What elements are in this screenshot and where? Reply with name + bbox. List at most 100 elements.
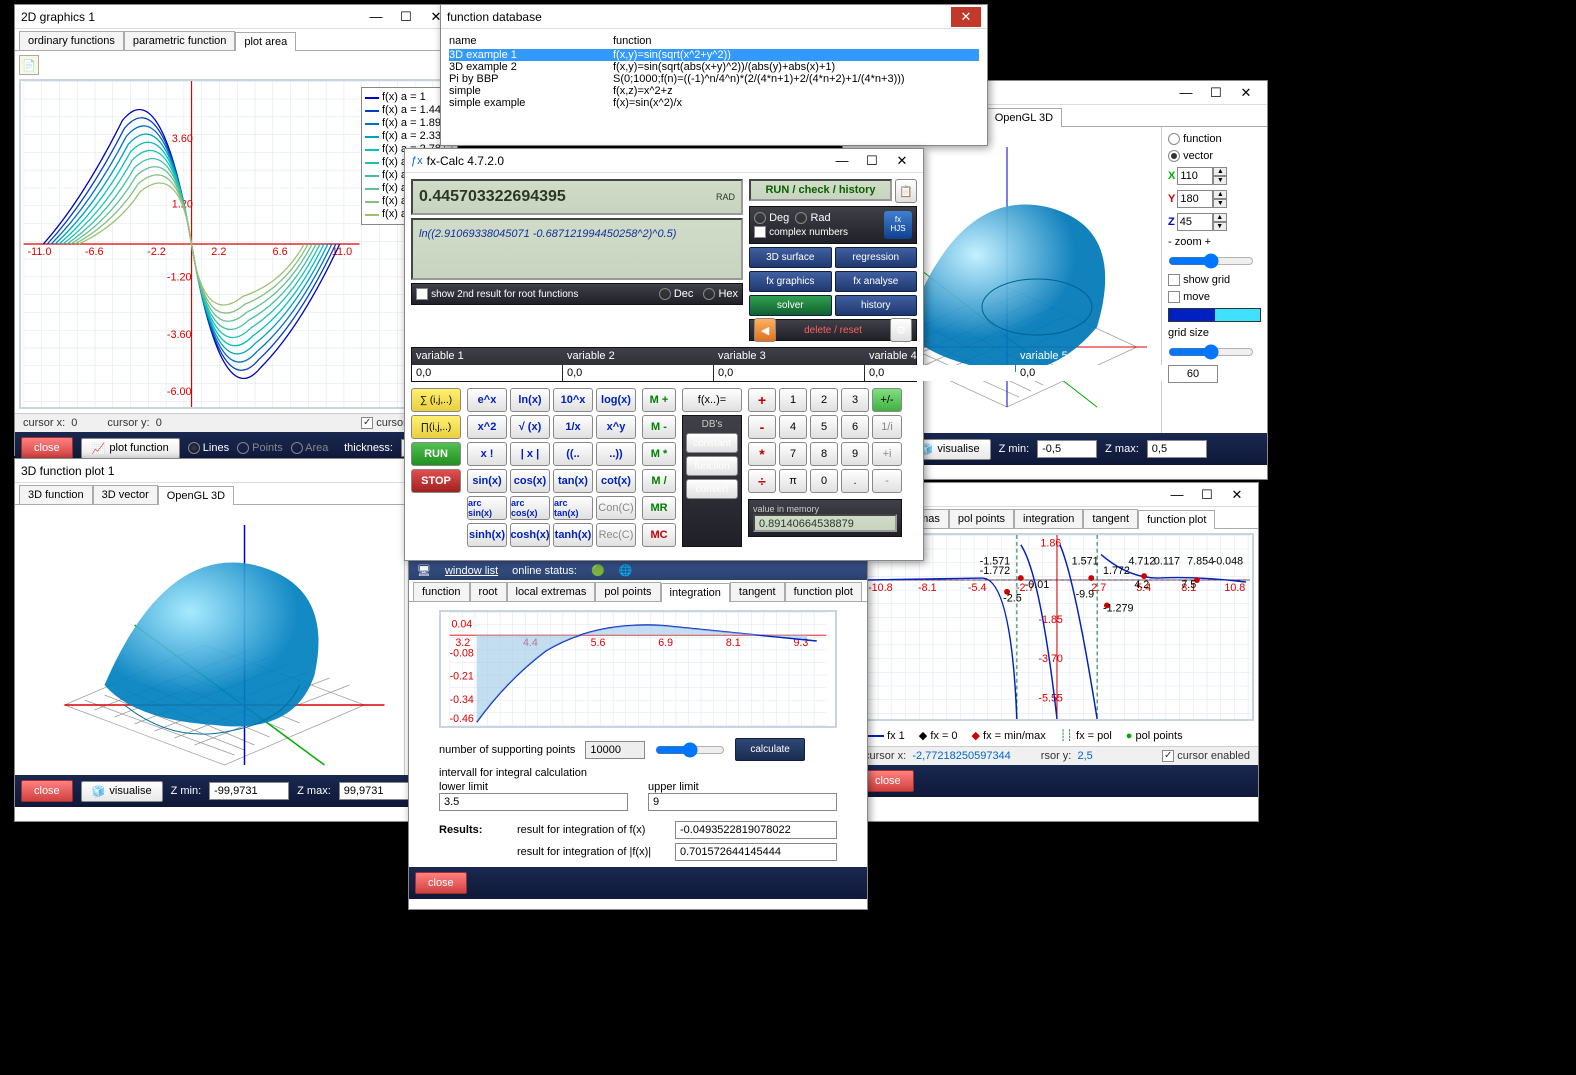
lparen-button[interactable]: ((.. <box>553 442 593 466</box>
3d-surface-button[interactable]: 3D surface <box>749 247 832 268</box>
tab-root[interactable]: root <box>470 582 507 601</box>
calculate-button[interactable]: calculate <box>735 738 804 761</box>
tab-polpoints[interactable]: pol points <box>949 509 1014 528</box>
close-button[interactable]: ✕ <box>951 7 981 27</box>
minus-button[interactable]: - <box>748 415 776 439</box>
num2-button[interactable]: 2 <box>810 388 838 412</box>
var1-input[interactable] <box>412 365 562 381</box>
table-row[interactable]: 3D example 2f(x,y)=sin(sqrt(abs(x+y)^2))… <box>449 61 979 73</box>
close-button[interactable]: close <box>415 872 467 894</box>
xy-button[interactable]: x^y <box>596 415 636 439</box>
num8-button[interactable]: 8 <box>810 442 838 466</box>
new-icon[interactable]: 📄 <box>19 55 39 75</box>
sup-slider[interactable] <box>655 742 725 758</box>
function-button[interactable]: function <box>686 456 738 476</box>
asin-button[interactable]: arc sin(x) <box>467 496 507 520</box>
pi-product-button[interactable]: ∏(i,j,..) <box>411 415 461 439</box>
rad-radio[interactable] <box>795 212 807 224</box>
plot-fn[interactable]: -10.8-8.1-5.4-2.7 2.75.48.110.8 1.86-1.8… <box>860 533 1254 721</box>
fxeq-button[interactable]: f(x..)= <box>682 388 742 412</box>
dot-button[interactable]: . <box>841 469 869 493</box>
tab-integration[interactable]: integration <box>1014 509 1083 528</box>
tab-tangent[interactable]: tangent <box>1083 509 1138 528</box>
pi-button[interactable]: π <box>779 469 807 493</box>
tanh-button[interactable]: tanh(x) <box>553 523 593 547</box>
upper-input[interactable] <box>648 793 837 811</box>
var3-input[interactable] <box>714 365 864 381</box>
gridsize-slider[interactable] <box>1168 344 1254 360</box>
move-checkbox[interactable] <box>1168 291 1180 303</box>
maximize-button[interactable]: ☐ <box>391 7 421 27</box>
mdiv-button[interactable]: M / <box>642 469 676 493</box>
tab-functionplot[interactable]: function plot <box>785 582 862 601</box>
extra-button[interactable]: - <box>872 469 902 493</box>
z-spinner[interactable]: ▲▼ <box>1177 213 1227 231</box>
num7-button[interactable]: 7 <box>779 442 807 466</box>
close-button[interactable]: ✕ <box>887 151 917 171</box>
show-2nd-checkbox[interactable] <box>416 288 428 300</box>
fx-analyse-button[interactable]: fx analyse <box>835 271 918 292</box>
mode-lines-radio[interactable] <box>188 442 200 454</box>
sin-button[interactable]: sin(x) <box>467 469 507 493</box>
viewport-3d[interactable] <box>15 505 404 775</box>
table-row[interactable]: simple examplef(x)=sin(x^2)/x <box>449 97 979 109</box>
plus-button[interactable]: + <box>748 388 776 412</box>
plot-integration[interactable]: 3.24.45.6 6.98.19.3 0.04-0.08-0.21-0.34-… <box>439 610 837 728</box>
x2-button[interactable]: x^2 <box>467 415 507 439</box>
gridsize-input[interactable] <box>1168 365 1218 383</box>
close-button[interactable]: close <box>21 437 73 459</box>
cursor-enabled-checkbox[interactable] <box>1162 750 1174 762</box>
zmin-input[interactable] <box>1037 440 1097 458</box>
expression-input[interactable]: ln((2.91069338045071 -0.687121994450258^… <box>411 218 743 280</box>
plusminus-button[interactable]: +/- <box>872 388 902 412</box>
show-grid-checkbox[interactable] <box>1168 274 1180 286</box>
mode-area-radio[interactable] <box>291 442 303 454</box>
mmul-button[interactable]: M * <box>642 442 676 466</box>
hex-radio[interactable] <box>703 288 715 300</box>
minimize-button[interactable]: — <box>827 151 857 171</box>
globe-icon[interactable]: 🌐 <box>619 564 633 577</box>
mul-button[interactable]: * <box>748 442 776 466</box>
log-button[interactable]: log(x) <box>596 388 636 412</box>
titlebar[interactable]: 2D graphics 1 — ☐ ✕ <box>15 5 457 29</box>
tab-3d-function[interactable]: 3D function <box>19 485 93 504</box>
num6-button[interactable]: 6 <box>841 415 869 439</box>
minimize-button[interactable]: — <box>1171 83 1201 103</box>
10x-button[interactable]: 10^x <box>553 388 593 412</box>
deg-radio[interactable] <box>754 212 766 224</box>
constant-button[interactable]: constant <box>686 433 738 453</box>
table-row[interactable]: simplef(x,z)=x^2+z <box>449 85 979 97</box>
atan-button[interactable]: arc tan(x) <box>553 496 593 520</box>
close-button[interactable]: close <box>862 770 914 792</box>
delete-reset-button[interactable]: delete / reset <box>780 325 886 336</box>
stop-button[interactable]: STOP <box>411 469 461 493</box>
plot-2d[interactable]: -11.0-6.6 -2.22.2 6.611.0 3.601.20 -1.20… <box>19 79 453 409</box>
complex-checkbox[interactable] <box>754 226 766 238</box>
tab-opengl[interactable]: OpenGL 3D <box>986 108 1062 127</box>
dec-radio[interactable] <box>659 288 671 300</box>
maximize-button[interactable]: ☐ <box>857 151 887 171</box>
mr-button[interactable]: MR <box>642 496 676 520</box>
cot-button[interactable]: cot(x) <box>596 469 636 493</box>
color-gradient[interactable] <box>1168 308 1261 322</box>
maximize-button[interactable]: ☐ <box>1201 83 1231 103</box>
lower-input[interactable] <box>439 793 628 811</box>
fact-button[interactable]: x ! <box>467 442 507 466</box>
var2-input[interactable] <box>563 365 713 381</box>
sup-input[interactable] <box>585 741 645 759</box>
con-button[interactable]: Con(C) <box>596 496 636 520</box>
zmax-input[interactable] <box>1147 440 1207 458</box>
solver-button[interactable]: solver <box>749 295 832 316</box>
maximize-button[interactable]: ☐ <box>1192 485 1222 505</box>
tab-polpoints[interactable]: pol points <box>595 582 660 601</box>
var5-input[interactable] <box>1016 365 1166 381</box>
tab-integration[interactable]: integration <box>661 583 730 602</box>
num4-button[interactable]: 4 <box>779 415 807 439</box>
run-button[interactable]: RUN / check / history <box>749 179 892 201</box>
ex-button[interactable]: e^x <box>467 388 507 412</box>
back-button[interactable]: ◀ <box>754 318 776 342</box>
sinh-button[interactable]: sinh(x) <box>467 523 507 547</box>
num1-button[interactable]: 1 <box>779 388 807 412</box>
ln-button[interactable]: ln(x) <box>510 388 550 412</box>
run-button[interactable]: RUN <box>411 442 461 466</box>
